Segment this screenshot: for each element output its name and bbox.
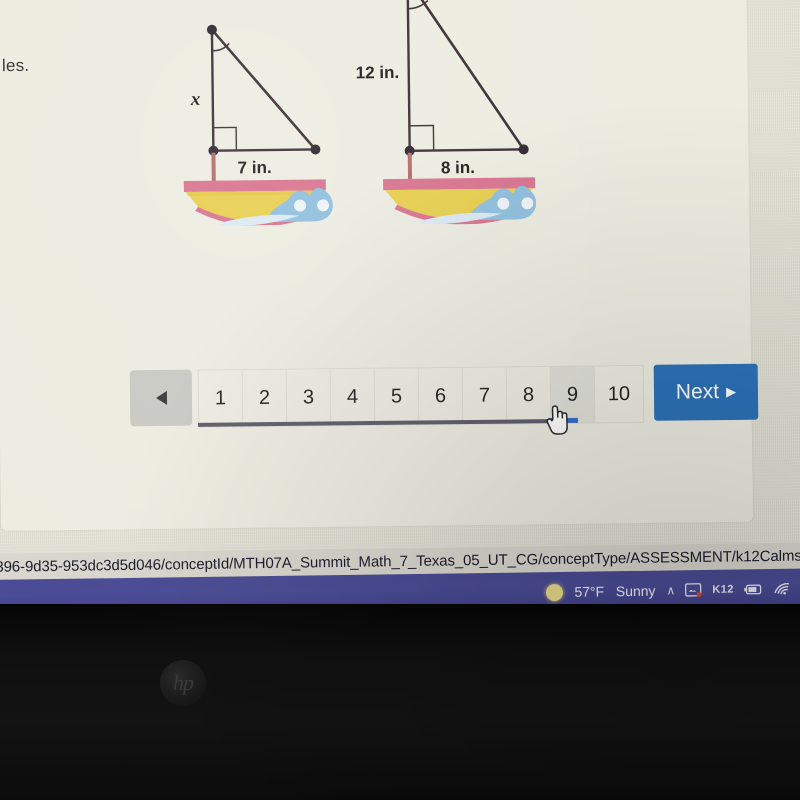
weather-temperature: 57°F: [574, 583, 605, 600]
sailboat-left-base-label: 7 in.: [237, 157, 272, 178]
page-button-1[interactable]: 1: [198, 370, 244, 427]
onedrive-sync-icon[interactable]: [685, 583, 702, 598]
sun-weather-icon[interactable]: [546, 583, 564, 601]
next-button[interactable]: Next ▶: [653, 363, 759, 421]
page-button-2[interactable]: 2: [242, 369, 288, 427]
screenshot-root: les. x 7 in. 12 in. 8 in. 1 2 3 4 5 6 7 …: [0, 0, 800, 800]
sailboat-left-mast-label: x: [190, 88, 201, 110]
laptop-bezel: [0, 604, 800, 800]
mouse-cursor-pointer: [544, 405, 571, 443]
page-button-4[interactable]: 4: [330, 368, 376, 426]
page-button-3[interactable]: 3: [286, 369, 332, 426]
page-button-7[interactable]: 7: [462, 367, 508, 424]
question-text-fragment: les.: [1, 55, 30, 76]
sailboat-right-svg: [383, 0, 537, 225]
hand-pointer-icon: [546, 405, 568, 435]
system-tray: ∧ K12: [666, 581, 800, 598]
weather-widget[interactable]: 57°F Sunny: [574, 583, 655, 600]
battery-icon[interactable]: [744, 583, 763, 596]
sailboat-right-mast-label: 12 in.: [355, 62, 400, 83]
sailboat-right-figure: 12 in. 8 in.: [356, 0, 569, 225]
caret-right-icon: ▶: [725, 383, 737, 400]
wifi-icon[interactable]: [773, 582, 791, 596]
hp-logo: hp: [160, 660, 206, 706]
weather-condition: Sunny: [615, 582, 656, 600]
sailboat-left-svg: [183, 24, 333, 227]
page-button-6[interactable]: 6: [418, 367, 464, 425]
k12-app-icon[interactable]: K12: [712, 584, 734, 596]
caret-left-icon: [155, 390, 167, 406]
tray-expand-chevron-icon[interactable]: ∧: [666, 583, 675, 597]
page-button-5[interactable]: 5: [374, 368, 420, 425]
next-button-label: Next: [675, 380, 720, 404]
sailboat-left-figure: x 7 in.: [174, 9, 367, 227]
sailboat-right-base-label: 8 in.: [440, 157, 476, 178]
page-button-10[interactable]: 10: [595, 366, 644, 422]
laptop-screen: les. x 7 in. 12 in. 8 in. 1 2 3 4 5 6 7 …: [0, 0, 800, 612]
previous-page-button[interactable]: [129, 369, 193, 427]
